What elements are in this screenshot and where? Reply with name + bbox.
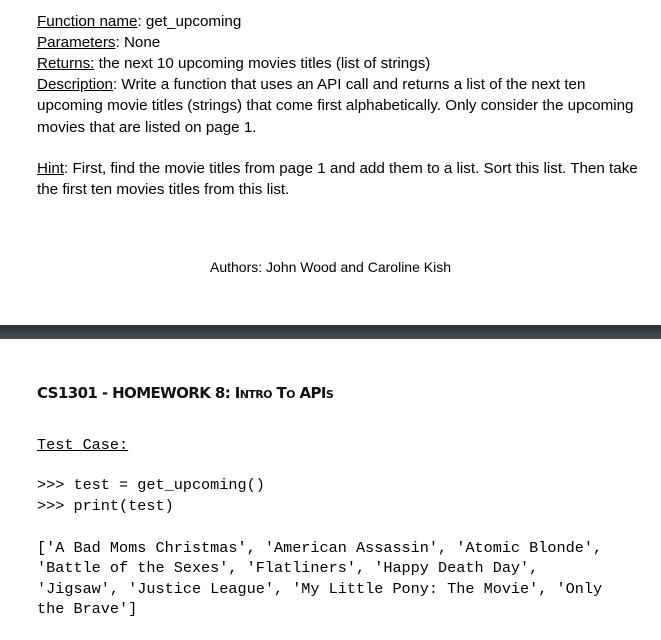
parameters-value: : None: [115, 34, 161, 51]
output-line: 'Battle of the Sexes', 'Flatliners', 'Ha…: [37, 559, 539, 577]
description-value: : Write a function that uses an API call…: [37, 76, 634, 136]
function-name-label: Function name: [37, 13, 138, 30]
code-line: >>> print(test): [37, 497, 174, 515]
document-page-top: Function name: get_upcoming Parameters: …: [0, 0, 661, 325]
parameters-label: Parameters: [37, 34, 116, 51]
returns-value: the next 10 upcoming movies titles (list…: [94, 55, 431, 72]
test-case-title: Test Case:: [37, 436, 129, 454]
returns-line: Returns: the next 10 upcoming movies tit…: [37, 53, 647, 74]
homework-header: CS1301 - HOMEWORK 8: Intro To APIs: [37, 384, 334, 402]
returns-label: Returns:: [37, 55, 95, 72]
code-output: ['A Bad Moms Christmas', 'American Assas…: [37, 517, 602, 640]
page-separator: [0, 325, 661, 339]
hint-value: : First, find the movie titles from page…: [37, 160, 638, 199]
output-line: 'Jigsaw', 'Justice League', 'My Little P…: [37, 579, 603, 598]
hint-label: Hint: [37, 160, 65, 177]
description-label: Description: [37, 76, 113, 93]
output-line: ['A Bad Moms Christmas', 'American Assas…: [37, 538, 603, 557]
output-line: the Brave']: [37, 600, 138, 618]
function-name-value: : get_upcoming: [137, 13, 242, 30]
authors-line: Authors: John Wood and Caroline Kish: [210, 259, 451, 275]
parameters-line: Parameters: None: [37, 32, 647, 53]
description-paragraph: Description: Write a function that uses …: [37, 74, 647, 138]
code-line: >>> test = get_upcoming(): [37, 476, 265, 494]
function-name-line: Function name: get_upcoming: [37, 11, 647, 32]
hint-paragraph: Hint: First, find the movie titles from …: [37, 158, 647, 201]
